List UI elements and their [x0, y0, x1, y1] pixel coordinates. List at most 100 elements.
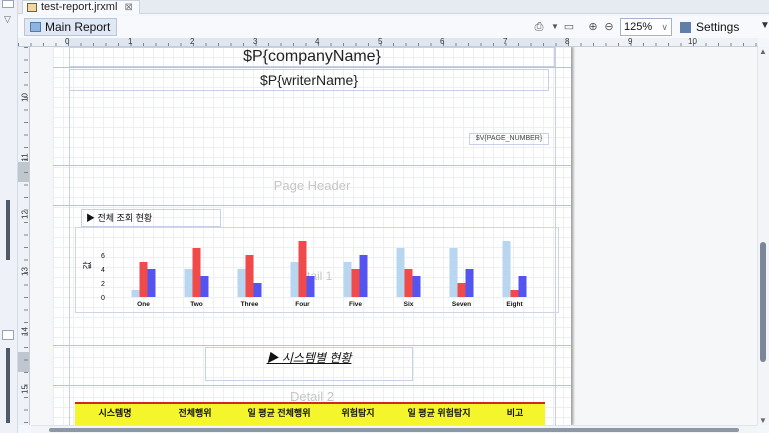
- table-header-cell: 전체행위: [178, 408, 212, 418]
- print-icon[interactable]: ⎙: [532, 20, 546, 34]
- report-designer-window: ▽ test-report.jrxml ⊠ Main Report ⎙ ▼ ▭ …: [0, 0, 769, 433]
- main-report-tab[interactable]: Main Report: [24, 18, 118, 36]
- bar: [396, 248, 405, 297]
- jrxml-file-icon: [27, 3, 37, 12]
- layout-icon[interactable]: ▭: [562, 20, 576, 34]
- bar: [343, 262, 352, 297]
- horizontal-ruler: 0 1 2 3 4 5 6 7 8 9 10: [18, 38, 758, 47]
- settings-button[interactable]: Settings: [680, 20, 739, 34]
- y-tick-label: 6: [101, 253, 105, 260]
- x-tick-label: Three: [241, 301, 259, 308]
- designer-toolbar: Main Report ⎙ ▼ ▭ ⊕ ⊖ 125% ∨ Settings ▼: [18, 16, 769, 38]
- ruler-number: 8: [565, 38, 570, 46]
- writer-name-field[interactable]: $P{writerName}: [69, 69, 549, 91]
- settings-dropdown-icon[interactable]: ▼: [760, 20, 769, 31]
- scroll-up-icon[interactable]: ▲: [759, 47, 767, 56]
- bar: [457, 283, 466, 297]
- report-page[interactable]: $P{companyName} $P{writerName} $V{PAGE_N…: [53, 47, 571, 425]
- bar: [306, 276, 315, 297]
- editor-tab-test-report[interactable]: test-report.jrxml ⊠: [22, 0, 140, 14]
- page-shadow: [571, 47, 575, 425]
- table-header-cell: 일 평균 위험탐지: [407, 408, 471, 418]
- x-tick-label: Two: [190, 301, 203, 308]
- band-separator: [53, 67, 571, 68]
- bar: [200, 276, 209, 297]
- ruler-number: 15: [20, 385, 30, 394]
- editor-tab-bar: test-report.jrxml ⊠: [18, 0, 769, 14]
- ruler-number: 0: [65, 38, 70, 46]
- y-tick-label: 0: [101, 295, 105, 302]
- bar: [465, 269, 474, 297]
- chart-section-title[interactable]: ▶ 전체 조회 현황: [81, 209, 221, 227]
- zoom-value: 125%: [624, 21, 653, 33]
- gutter-scroll-thumb-2[interactable]: [6, 348, 10, 423]
- ruler-number: 13: [20, 267, 30, 276]
- band-separator: [53, 165, 571, 166]
- bar: [139, 262, 148, 297]
- ruler-number: 5: [378, 38, 383, 46]
- dropdown-arrow-icon[interactable]: ▼: [548, 20, 562, 34]
- editor-tab-label: test-report.jrxml: [41, 1, 118, 13]
- bar: [449, 248, 458, 297]
- ruler-number: 11: [20, 153, 30, 162]
- bar: [298, 241, 307, 297]
- ruler-number: 1: [128, 38, 133, 46]
- bar: [237, 269, 246, 297]
- ruler-number: 7: [503, 38, 508, 46]
- horizontal-scrollbar[interactable]: [31, 425, 757, 433]
- vertical-scrollbar[interactable]: ▲ ▼: [757, 47, 769, 425]
- x-tick-label: One: [137, 301, 150, 308]
- bar: [502, 241, 511, 297]
- restore-icon[interactable]: [2, 330, 14, 340]
- vertical-ruler: 10 11 12 13 14 15: [18, 47, 30, 425]
- settings-label: Settings: [696, 20, 740, 34]
- table-header-cell: 비고: [506, 408, 524, 418]
- ruler-band-marker: [18, 352, 29, 372]
- design-canvas[interactable]: $P{companyName} $P{writerName} $V{PAGE_N…: [31, 47, 757, 425]
- zoom-in-icon[interactable]: ⊕: [586, 20, 600, 34]
- horizontal-scroll-thumb[interactable]: [49, 428, 739, 432]
- left-gutter: ▽: [0, 0, 18, 433]
- band-separator: [53, 345, 571, 346]
- minimize-icon[interactable]: [2, 0, 14, 8]
- ruler-number: 9: [628, 38, 633, 46]
- x-tick-label: Eight: [506, 301, 523, 308]
- page-number-field[interactable]: $V{PAGE_NUMBER}: [469, 133, 549, 145]
- bar: [290, 262, 299, 297]
- ruler-number: 10: [20, 93, 30, 102]
- company-name-field[interactable]: $P{companyName}: [69, 47, 555, 67]
- y-axis-label: 값: [82, 261, 93, 270]
- bar: [404, 269, 413, 297]
- x-tick-label: Five: [349, 301, 362, 308]
- x-tick-label: Six: [404, 301, 414, 308]
- ruler-number: 2: [190, 38, 195, 46]
- left-margin-guide: [69, 47, 70, 425]
- scroll-down-icon[interactable]: ▼: [759, 416, 767, 425]
- system-section-title-text: ▶ 시스템별 현황: [266, 351, 352, 365]
- table-header-cell: 시스템명: [98, 408, 132, 418]
- bar: [351, 269, 360, 297]
- ruler-number: 6: [440, 38, 445, 46]
- ruler-number: 12: [20, 210, 30, 219]
- ruler-number: 14: [20, 327, 30, 336]
- collapse-arrow-icon[interactable]: ▽: [4, 14, 11, 25]
- band-separator: [53, 385, 571, 386]
- zoom-select[interactable]: 125% ∨: [620, 18, 672, 36]
- bar: [147, 269, 156, 297]
- gutter-scroll-thumb[interactable]: [6, 200, 10, 260]
- bar: [192, 248, 201, 297]
- settings-icon: [680, 22, 691, 33]
- bar: [245, 255, 254, 297]
- bar: [412, 276, 421, 297]
- bar: [510, 290, 519, 297]
- system-table-header[interactable]: 시스템명 전체행위 일 평균 전체행위 위험탐지 일 평균 위험탐지 비고: [75, 402, 545, 425]
- vertical-scroll-thumb[interactable]: [760, 242, 766, 362]
- ruler-number: 10: [688, 38, 697, 46]
- system-section-title[interactable]: ▶ 시스템별 현황: [205, 347, 413, 381]
- report-icon: [30, 22, 41, 32]
- close-tab-icon[interactable]: ⊠: [124, 2, 132, 13]
- bar-chart[interactable]: 0 2 4 6 One Two Three Four Five Six Seven Eight: [75, 227, 559, 313]
- x-tick-label: Four: [295, 301, 310, 308]
- band-separator: [53, 205, 571, 206]
- zoom-out-icon[interactable]: ⊖: [602, 20, 616, 34]
